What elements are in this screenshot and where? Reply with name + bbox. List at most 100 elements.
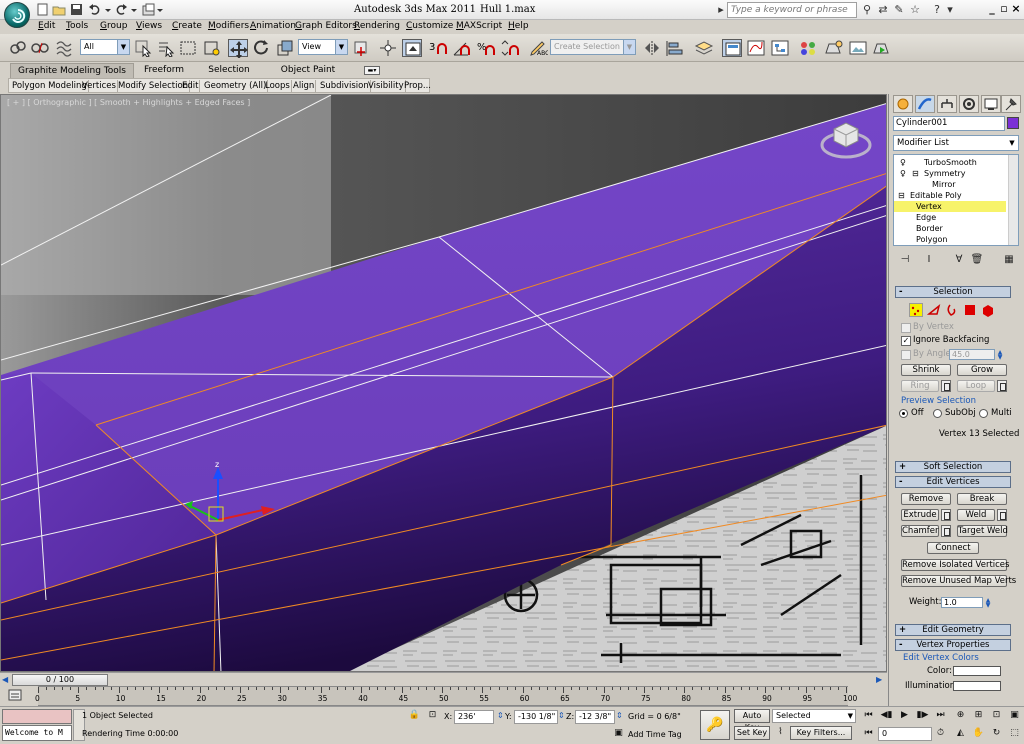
menu-animation[interactable]: Animation [250, 21, 296, 31]
by-angle-checkbox[interactable] [901, 350, 911, 360]
motion-tab-icon[interactable] [959, 95, 979, 113]
project-folder-icon[interactable] [142, 3, 156, 16]
key-mode-dropdown[interactable]: Selected ▼ [772, 709, 856, 723]
by-angle-spinner-arrows[interactable]: ▲ ▼ [997, 350, 1003, 361]
illumination-swatch[interactable] [953, 681, 1001, 691]
modify-tab-icon[interactable] [915, 95, 935, 113]
hierarchy-tab-icon[interactable] [937, 95, 957, 113]
menu-tools[interactable]: Tools [66, 21, 88, 31]
menu-graph-editors[interactable]: Graph Editors [295, 21, 357, 31]
stack-item-mirror[interactable]: Mirror [894, 179, 1006, 190]
help-dropdown-icon[interactable]: ▾ [943, 3, 957, 17]
configure-modifier-sets-icon[interactable]: ▦ [1001, 252, 1017, 268]
vertex-color-swatch[interactable] [953, 666, 1001, 676]
menu-edit[interactable]: Edit [38, 21, 55, 31]
previous-frame-icon[interactable]: ◀▮ [880, 709, 893, 722]
zoom-extents-all-icon[interactable]: ▣ [1008, 709, 1021, 722]
stack-item-polygon[interactable]: Polygon [894, 234, 1006, 245]
stack-item-edge[interactable]: Edge [894, 212, 1006, 223]
viewport-orthographic[interactable]: z [ + ] [ Orthographic ] [ Smooth + High… [0, 94, 887, 672]
select-and-manipulate-icon[interactable] [378, 39, 398, 57]
viewcube-icon[interactable] [820, 115, 872, 162]
curve-editor-icon[interactable] [746, 39, 766, 57]
zoom-icon[interactable]: ⊕ [954, 709, 967, 722]
go-to-end-icon[interactable]: ⏭ [934, 709, 947, 722]
current-frame-field[interactable]: 0 [878, 727, 932, 741]
panel-geometry-all[interactable]: Geometry (All) [203, 80, 269, 92]
show-end-result-icon[interactable]: Ι [921, 252, 937, 268]
time-slider-next-icon[interactable]: ▶ [876, 675, 882, 684]
set-key-mode-icon[interactable]: 🔑 [700, 710, 730, 740]
mini-curve-editor-icon[interactable] [8, 689, 22, 701]
save-file-icon[interactable] [70, 3, 84, 16]
key-tangent-icon[interactable]: ⌇ [774, 726, 787, 739]
material-editor-icon[interactable] [798, 39, 818, 57]
tab-selection[interactable]: Selection [200, 63, 258, 78]
menu-maxscript[interactable]: MAXScript [456, 21, 502, 31]
panel-subdivision[interactable]: Subdivision [319, 80, 371, 92]
stack-item-symmetry[interactable]: ♀ ⊟ Symmetry [894, 168, 1006, 179]
modifier-list-dropdown[interactable]: Modifier List ▼ [893, 135, 1019, 151]
break-button[interactable]: Break [957, 493, 1007, 505]
restore-icon[interactable]: ▫ [998, 2, 1010, 16]
ribbon-options-dropdown-icon[interactable]: ▬▾ [364, 66, 380, 75]
select-and-rotate-icon[interactable] [252, 39, 272, 57]
time-configuration-icon[interactable]: ⏱ [934, 727, 947, 740]
panel-polygon-modeling[interactable]: Polygon Modeling [11, 80, 89, 92]
subscription-icon[interactable]: ⇄ [876, 3, 890, 17]
y-spinner-icon[interactable]: ⇕ [558, 711, 565, 720]
orbit-icon[interactable]: ↻ [990, 727, 1003, 740]
vertex-subobject-icon[interactable] [909, 303, 923, 317]
by-angle-spinner[interactable]: 45.0 [949, 349, 995, 360]
y-coordinate-field[interactable]: -130 1/8" [514, 710, 558, 724]
x-coordinate-field[interactable]: 236' [454, 710, 494, 724]
menu-rendering[interactable]: Rendering [354, 21, 400, 31]
border-subobject-icon[interactable] [945, 303, 959, 317]
percent-snap-toggle-icon[interactable]: % [476, 39, 496, 57]
panel-visibility[interactable]: Visibility [367, 80, 406, 92]
remove-button[interactable]: Remove [901, 493, 951, 505]
close-icon[interactable]: × [1010, 2, 1022, 16]
loop-spinner[interactable] [997, 380, 1007, 392]
search-expand-icon[interactable]: ▸ [714, 3, 728, 17]
make-unique-icon[interactable]: ∀ [951, 252, 967, 268]
extrude-settings-button[interactable] [941, 509, 951, 521]
keyboard-shortcut-override-icon[interactable] [402, 39, 422, 57]
play-icon[interactable]: ▶ [898, 709, 911, 722]
weight-spinner[interactable]: 1.0 [941, 597, 983, 608]
maximize-viewport-icon[interactable]: ⬚ [1008, 727, 1021, 740]
weld-button[interactable]: Weld [957, 509, 995, 521]
auto-key-button[interactable]: Auto Key [734, 709, 770, 732]
tab-freeform[interactable]: Freeform [136, 63, 192, 78]
stack-item-border[interactable]: Border [894, 223, 1006, 234]
align-icon[interactable] [664, 39, 684, 57]
preview-subobj-radio[interactable] [933, 409, 942, 418]
remove-unused-map-verts-button[interactable]: Remove Unused Map Verts [901, 575, 1016, 587]
remove-modifier-icon[interactable]: 🗑 [969, 252, 985, 268]
minimize-icon[interactable]: _ [986, 2, 998, 16]
vertex-properties-rollout-header[interactable]: - Vertex Properties [895, 639, 1011, 651]
polygon-subobject-icon[interactable] [963, 303, 977, 317]
collapse-icon[interactable]: ⊟ [912, 168, 919, 179]
x-spinner-icon[interactable]: ⇕ [497, 711, 504, 720]
panel-modify-selection[interactable]: Modify Selection [117, 80, 191, 92]
stack-item-editable-poly[interactable]: ⊟ Editable Poly [894, 190, 1006, 201]
time-slider[interactable]: ◀ 0 / 100 ▶ [0, 672, 887, 686]
communication-center-icon[interactable]: ✎ [892, 3, 906, 17]
unlink-selection-icon[interactable] [30, 39, 50, 57]
edit-named-selection-icon[interactable]: ABC [528, 39, 549, 57]
rendered-frame-window-icon[interactable] [848, 39, 868, 57]
select-object-icon[interactable] [134, 39, 154, 58]
by-vertex-checkbox[interactable] [901, 323, 911, 333]
element-subobject-icon[interactable] [981, 303, 995, 317]
preview-off-radio[interactable] [899, 409, 908, 418]
stack-item-turbosmooth[interactable]: ♀ TurboSmooth [894, 157, 1006, 168]
z-spinner-icon[interactable]: ⇕ [616, 711, 623, 720]
ring-button[interactable]: Ring [901, 380, 939, 392]
schematic-view-icon[interactable] [770, 39, 790, 57]
snaps-toggle-icon[interactable]: 3 [428, 39, 448, 57]
shrink-button[interactable]: Shrink [901, 364, 951, 376]
zoom-extents-icon[interactable]: ⊡ [990, 709, 1003, 722]
weld-settings-button[interactable] [997, 509, 1007, 521]
open-file-icon[interactable] [52, 3, 66, 16]
